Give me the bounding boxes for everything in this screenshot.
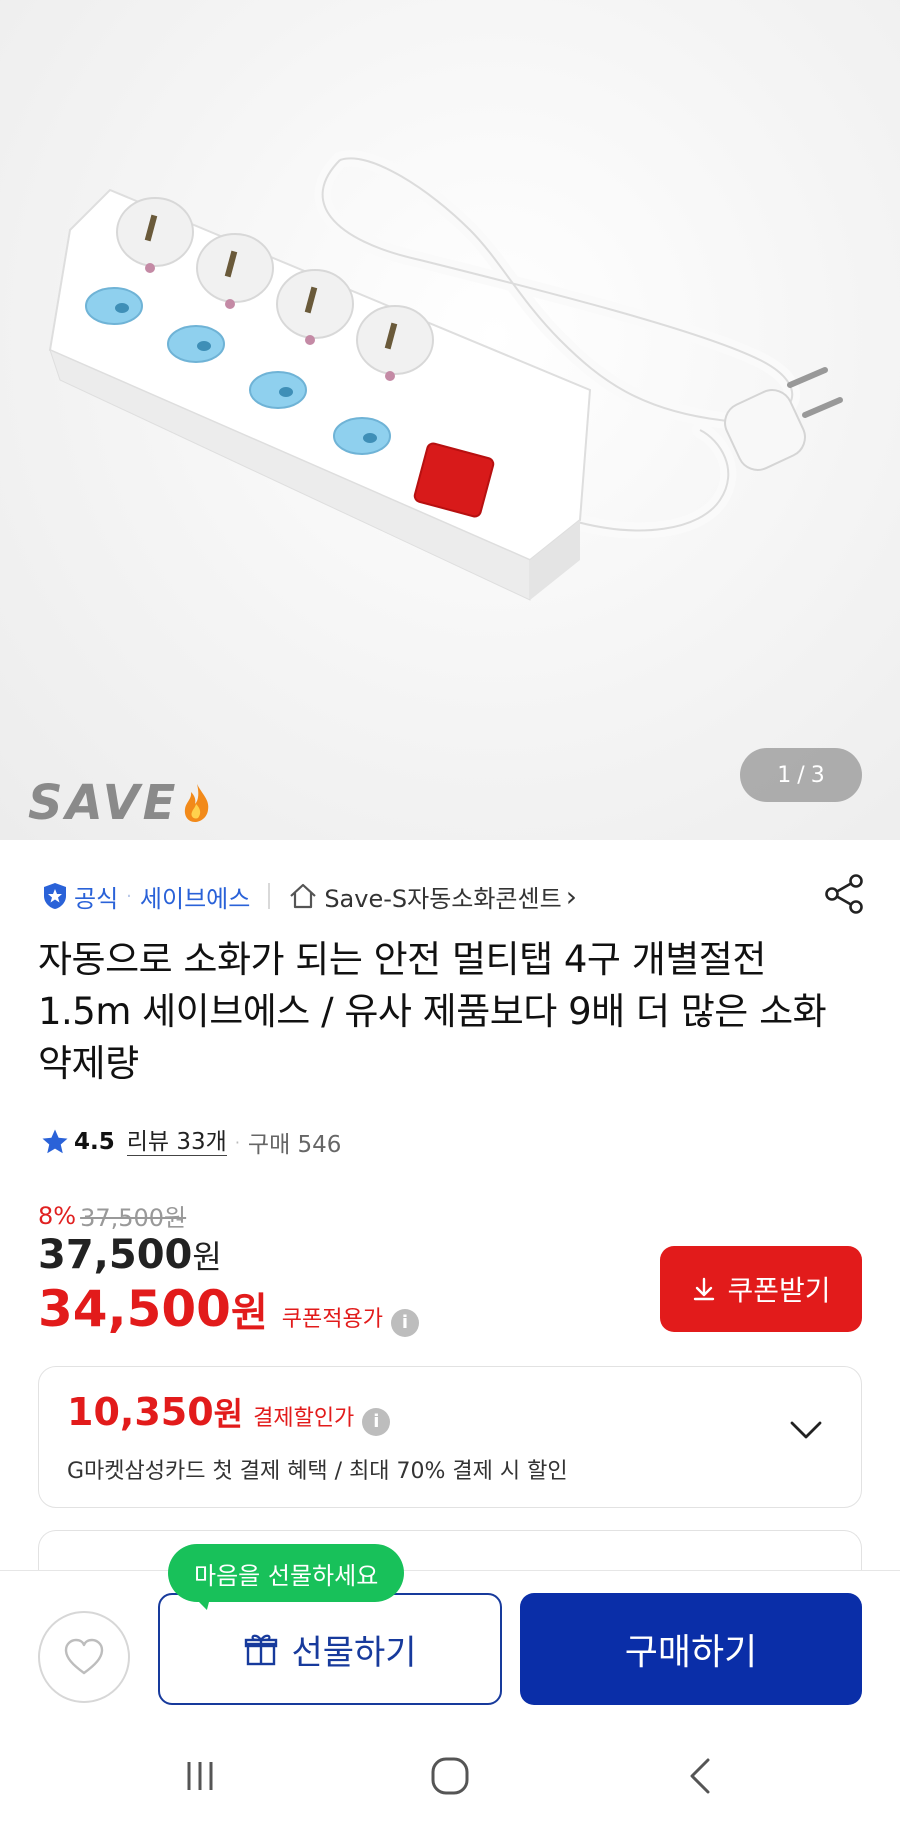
discount-rate: 8% — [38, 1201, 77, 1230]
info-icon[interactable]: i — [362, 1407, 391, 1436]
seller-row: 공식 · 세이브에스 Save-S자동소화콘센트 › — [40, 876, 870, 916]
review-link[interactable]: 리뷰 33개 — [126, 1129, 227, 1156]
gift-icon — [245, 1634, 278, 1666]
recent-apps-button[interactable] — [170, 1746, 230, 1806]
sale-price-unit: 원 — [192, 1238, 222, 1276]
brand-logo: SAVE — [28, 775, 212, 831]
back-icon — [690, 1758, 710, 1794]
product-title: 자동으로 소화가 되는 안전 멀티탭 4구 개별절전 1.5m 세이브에스 / … — [38, 938, 827, 1085]
bottom-action-bar: 선물하기 구매하기 — [0, 1570, 900, 1714]
card-discount-amount: 10,350 원 결제할인가 i — [67, 1389, 391, 1436]
chevron-right-icon: › — [565, 879, 577, 913]
coupon-download-button[interactable]: 쿠폰받기 — [660, 1246, 862, 1332]
store-name: Save-S자동소화콘센트 — [324, 884, 562, 913]
card-discount-tag: 결제할인가 — [253, 1406, 355, 1431]
card-discount-description: G마켓삼성카드 첫 결제 혜택 / 최대 70% 결제 시 할인 — [67, 1459, 568, 1484]
card-discount-panel[interactable]: 10,350 원 결제할인가 i G마켓삼성카드 첫 결제 혜택 / 최대 70%… — [38, 1366, 862, 1508]
rating-row: 4.5 리뷰 33개 · 구매 546 — [40, 1122, 341, 1162]
image-counter-current: 1 — [777, 762, 792, 788]
card-discount-unit: 원 — [213, 1395, 244, 1433]
coupon-button-label: 쿠폰받기 — [727, 1275, 831, 1306]
coupon-price-tag: 쿠폰적용가 — [281, 1307, 383, 1332]
image-counter: 1 / 3 — [740, 748, 862, 802]
gift-button-label: 선물하기 — [291, 1632, 417, 1673]
heart-icon — [64, 1638, 104, 1675]
flame-icon — [185, 784, 209, 822]
buy-button[interactable]: 구매하기 — [520, 1593, 862, 1705]
original-price: 37,500원 — [80, 1204, 187, 1232]
home-button-icon — [431, 1757, 469, 1795]
official-label: 공식 — [74, 884, 119, 913]
product-image-gallery[interactable]: SAVE 1 / 3 — [0, 0, 900, 840]
chevron-down-icon[interactable] — [789, 1419, 823, 1441]
back-button[interactable] — [672, 1746, 732, 1806]
product-image — [48, 150, 843, 601]
like-button[interactable] — [38, 1611, 130, 1703]
share-icon[interactable] — [822, 872, 866, 916]
store-link[interactable]: Save-S자동소화콘센트 › — [288, 879, 577, 914]
rating-score: 4.5 — [74, 1129, 115, 1155]
image-counter-separator: / — [797, 762, 805, 788]
image-counter-total: 3 — [810, 762, 825, 788]
discount-row: 8% 37,500원 — [38, 1198, 186, 1233]
recent-apps-icon — [187, 1762, 213, 1790]
separator-dot: · — [126, 885, 132, 907]
star-icon — [42, 1129, 68, 1154]
coupon-price: 34,500 원 쿠폰적용가 i — [38, 1280, 419, 1338]
coupon-price-value: 34,500 — [38, 1280, 231, 1338]
shield-star-icon — [44, 883, 66, 909]
home-icon — [290, 883, 317, 909]
download-icon — [694, 1277, 715, 1301]
card-discount-value: 10,350 — [67, 1390, 214, 1434]
system-nav-bar — [0, 1714, 900, 1834]
seller-name-link[interactable]: 세이브에스 — [140, 879, 250, 914]
separator-dot: · — [234, 1132, 240, 1152]
home-button[interactable] — [420, 1746, 480, 1806]
purchase-count: 구매 546 — [247, 1132, 342, 1158]
sale-price: 37,500원 — [38, 1232, 222, 1278]
coupon-price-unit: 원 — [230, 1290, 268, 1336]
sale-price-value: 37,500 — [38, 1232, 193, 1278]
divider — [268, 883, 271, 909]
brand-logo-text: SAVE — [28, 775, 179, 831]
info-icon[interactable]: i — [390, 1308, 419, 1337]
